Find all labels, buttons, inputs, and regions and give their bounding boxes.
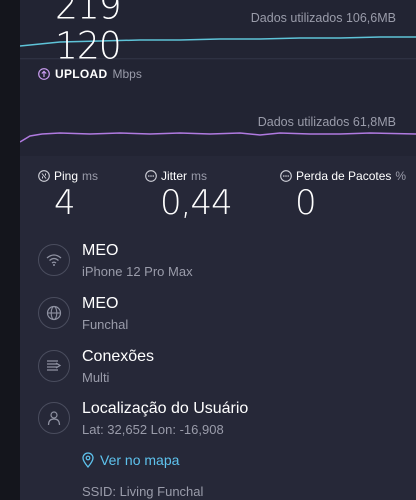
packet-loss-value: 0 (295, 183, 317, 223)
user-location-row: Localização do Usuário Lat: 32,652 Lon: … (38, 400, 416, 448)
ping-unit: ms (82, 169, 99, 183)
connections-subtitle: Multi (82, 370, 110, 385)
upload-arrow-icon (38, 68, 50, 80)
server-row[interactable]: MEO Funchal (38, 295, 416, 343)
user-location-coordinates: Lat: 32,652 Lon: -16,908 (82, 422, 224, 437)
upload-graph (20, 132, 416, 143)
packet-loss-label-group: Perda de Pacotes % (280, 169, 406, 183)
network-subtitle: iPhone 12 Pro Max (82, 264, 193, 279)
network-title: MEO (82, 242, 119, 259)
ping-label: Ping (54, 169, 79, 183)
download-speed-value: 219 (55, 0, 122, 29)
connections-title: Conexões (82, 348, 155, 365)
upload-unit: Mbps (112, 67, 142, 81)
connections-icon (38, 350, 70, 382)
globe-icon (38, 297, 70, 329)
jitter-icon (145, 170, 157, 182)
packet-loss-icon (280, 170, 292, 182)
upload-graph-line (20, 132, 416, 143)
connections-row[interactable]: Conexões Multi (38, 348, 416, 396)
server-title: MEO (82, 295, 119, 312)
ping-label-group: Ping ms (38, 169, 98, 183)
jitter-unit: ms (191, 169, 208, 183)
upload-header: UPLOAD Mbps (38, 67, 142, 81)
map-pin-icon (82, 452, 94, 468)
ping-icon (38, 170, 50, 182)
packet-loss-label: Perda de Pacotes (296, 169, 392, 183)
jitter-label: Jitter (161, 169, 188, 183)
wifi-icon (38, 244, 70, 276)
ssid-text: SSID: Living Funchal (82, 484, 204, 499)
jitter-value: 0,44 (160, 183, 233, 223)
packet-loss-unit: % (395, 169, 407, 183)
jitter-label-group: Jitter ms (145, 169, 207, 183)
upload-speed-value: 120 (55, 24, 122, 69)
user-location-title: Localização do Usuário (82, 400, 249, 417)
ping-value: 4 (54, 183, 76, 223)
left-edge-strip (0, 0, 20, 500)
view-on-map-label: Ver no mapa (100, 452, 180, 468)
user-location-icon (38, 402, 70, 434)
download-data-used: Dados utilizados 106,6MB (250, 11, 396, 25)
server-subtitle: Funchal (82, 317, 129, 332)
upload-label: UPLOAD (55, 67, 108, 81)
view-on-map-link[interactable]: Ver no mapa (82, 452, 179, 468)
network-row: MEO iPhone 12 Pro Max (38, 242, 416, 290)
